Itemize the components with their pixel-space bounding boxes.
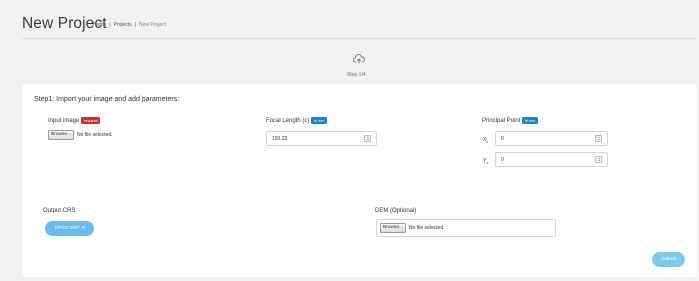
dem-file-status: No file selected. [409,225,445,231]
x0-value: 0 [501,135,504,142]
x0-spinner[interactable] [595,135,602,142]
breadcrumb-projects[interactable]: Projects [114,22,132,28]
y0-value: 0 [501,156,504,163]
focal-length-spinner[interactable] [364,135,371,142]
output-crs-label: Output CRS [43,208,76,214]
required-badge: required [81,117,101,124]
focal-length-input[interactable]: 150.23 [266,131,377,146]
form-title: Step1: Import your image and add paramet… [34,96,180,103]
focal-length-unit-badge: In mm [311,117,327,124]
focal-length-label-text: Focal Length (c) [266,118,310,125]
input-image-label: Input image required [48,117,101,125]
form-card [22,84,697,277]
input-image-file-status: No file selected. [77,132,113,138]
dem-label: DEM (Optional) [375,208,417,214]
y0-subscript: o [486,161,489,165]
cloud-upload-icon [353,54,365,64]
breadcrumb-separator: | [134,22,137,28]
breadcrumb: Home | Projects | New Project [93,22,166,28]
input-image-browse-button[interactable]: Browse... [48,130,74,140]
header-divider [22,38,697,39]
focal-length-label: Focal Length (c) In mm [266,117,327,124]
step-indicator: Step 1/4 [347,72,366,78]
y0-spinner[interactable] [595,156,602,163]
output-crs-value: EPSG 3857 [54,226,80,231]
breadcrumb-home[interactable]: Home [93,22,106,28]
input-image-label-text: Input image [48,118,80,125]
breadcrumb-current: New Project [139,22,166,28]
y0-label: Yo [483,158,488,165]
input-image-file: Browse... No file selected. [48,130,113,140]
chevron-down-icon: ▾ [81,226,85,231]
x0-subscript: o [486,140,489,144]
principal-point-unit-badge: In mm [522,117,538,124]
focal-length-value: 150.23 [272,135,288,142]
x0-label: Xo [483,137,488,144]
principal-point-label: Principal Point In mm [482,117,538,124]
dem-file-input: Browse... No file selected. [376,219,556,237]
breadcrumb-separator: | [109,22,111,28]
principal-point-label-text: Principal Point [482,118,521,125]
x0-input[interactable]: 0 [495,131,608,146]
output-crs-dropdown[interactable]: EPSG 3857 ▾ [45,221,94,236]
submit-button[interactable]: Submit [652,252,685,267]
y0-input[interactable]: 0 [495,152,608,167]
dem-browse-button[interactable]: Browse... [380,223,406,233]
